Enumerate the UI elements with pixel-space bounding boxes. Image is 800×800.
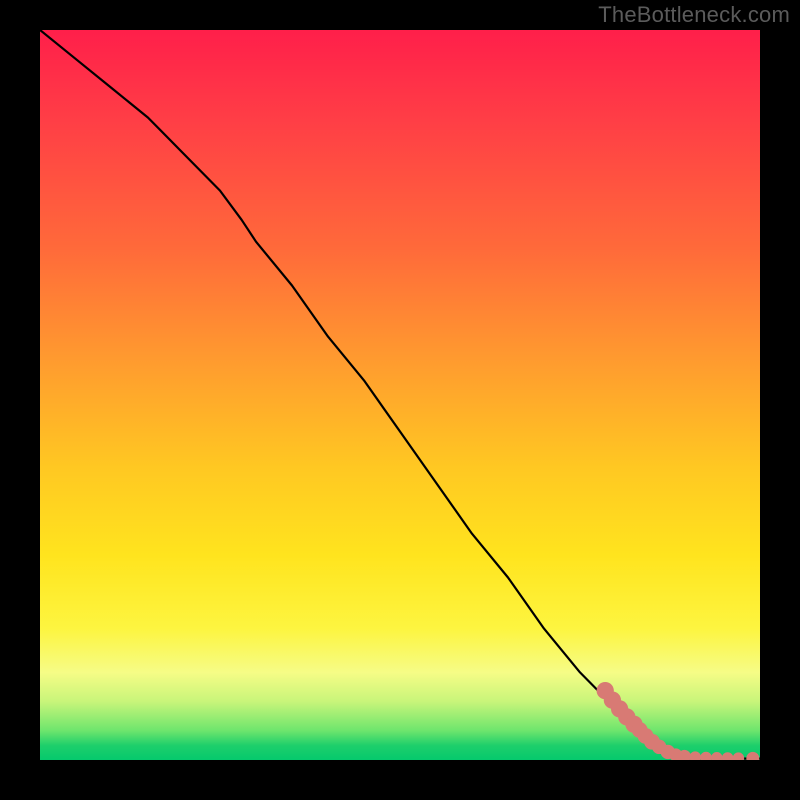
bottleneck-curve [40,30,760,759]
chart-overlay [40,30,760,760]
data-point-marker [711,752,723,760]
attribution-text: TheBottleneck.com [598,2,790,28]
marker-group [597,682,760,760]
data-point-marker [746,752,759,760]
chart-frame: TheBottleneck.com [0,0,800,800]
data-point-marker [733,752,745,760]
data-point-marker [722,752,734,760]
plot-area [40,30,760,760]
data-point-marker [700,752,712,760]
data-point-marker [689,751,701,760]
